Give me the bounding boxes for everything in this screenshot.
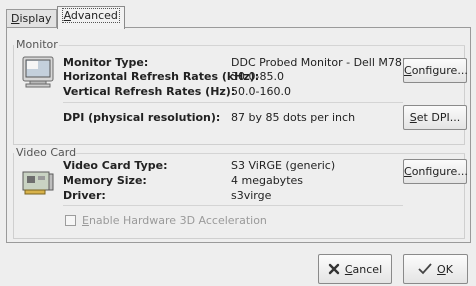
hw3d-checkbox[interactable] [65, 215, 76, 226]
dpi-value: 87 by 85 dots per inch [231, 111, 356, 124]
monitor-icon [22, 56, 54, 88]
memory-size-value: 4 megabytes [231, 174, 304, 187]
video-card-icon [22, 171, 54, 195]
monitor-type-value: DDC Probed Monitor - Dell M781p [231, 56, 416, 69]
video-card-type-label: Video Card Type: [63, 159, 168, 172]
monitor-frame-top [59, 45, 465, 46]
tab-display-label: Display [11, 12, 52, 25]
driver-value: s3virge [231, 189, 272, 202]
tab-display[interactable]: Display [6, 9, 57, 29]
ok-button[interactable]: OK [403, 254, 468, 284]
monitor-divider [63, 102, 403, 103]
driver-label: Driver: [63, 189, 106, 202]
vertical-refresh-value: 50.0-160.0 [231, 85, 291, 98]
dpi-label: DPI (physical resolution): [63, 111, 221, 124]
video-card-divider [63, 205, 403, 206]
horizontal-refresh-value: 30.0-85.0 [231, 70, 284, 83]
video-card-type-value: S3 ViRGE (generic) [231, 159, 336, 172]
cancel-button-label: Cancel [344, 262, 383, 276]
monitor-type-label: Monitor Type: [63, 56, 149, 69]
video-card-configure-button[interactable]: Configure... [403, 159, 468, 184]
tab-advanced-label: Advanced [61, 8, 120, 23]
advanced-tab-panel: Monitor Monitor Type: DDC Probed Monitor… [6, 27, 471, 243]
set-dpi-button[interactable]: Set DPI... [403, 105, 467, 130]
tab-bar: Display Advanced [6, 6, 125, 29]
vertical-refresh-label: Vertical Refresh Rates (Hz): [63, 85, 236, 98]
memory-size-label: Memory Size: [63, 174, 147, 187]
monitor-configure-button[interactable]: Configure... [403, 58, 468, 83]
horizontal-refresh-label: Horizontal Refresh Rates (kHz): [63, 70, 260, 83]
checkmark-icon [418, 263, 432, 275]
video-card-frame-top [75, 153, 465, 154]
display-settings-window: Display Advanced Monitor Monitor Type: D… [0, 0, 476, 286]
cancel-button[interactable]: Cancel [318, 254, 392, 284]
tab-advanced[interactable]: Advanced [56, 6, 125, 29]
cancel-icon [328, 263, 340, 275]
ok-button-label: OK [437, 262, 453, 276]
hw3d-label: Enable Hardware 3D Acceleration [82, 214, 267, 227]
